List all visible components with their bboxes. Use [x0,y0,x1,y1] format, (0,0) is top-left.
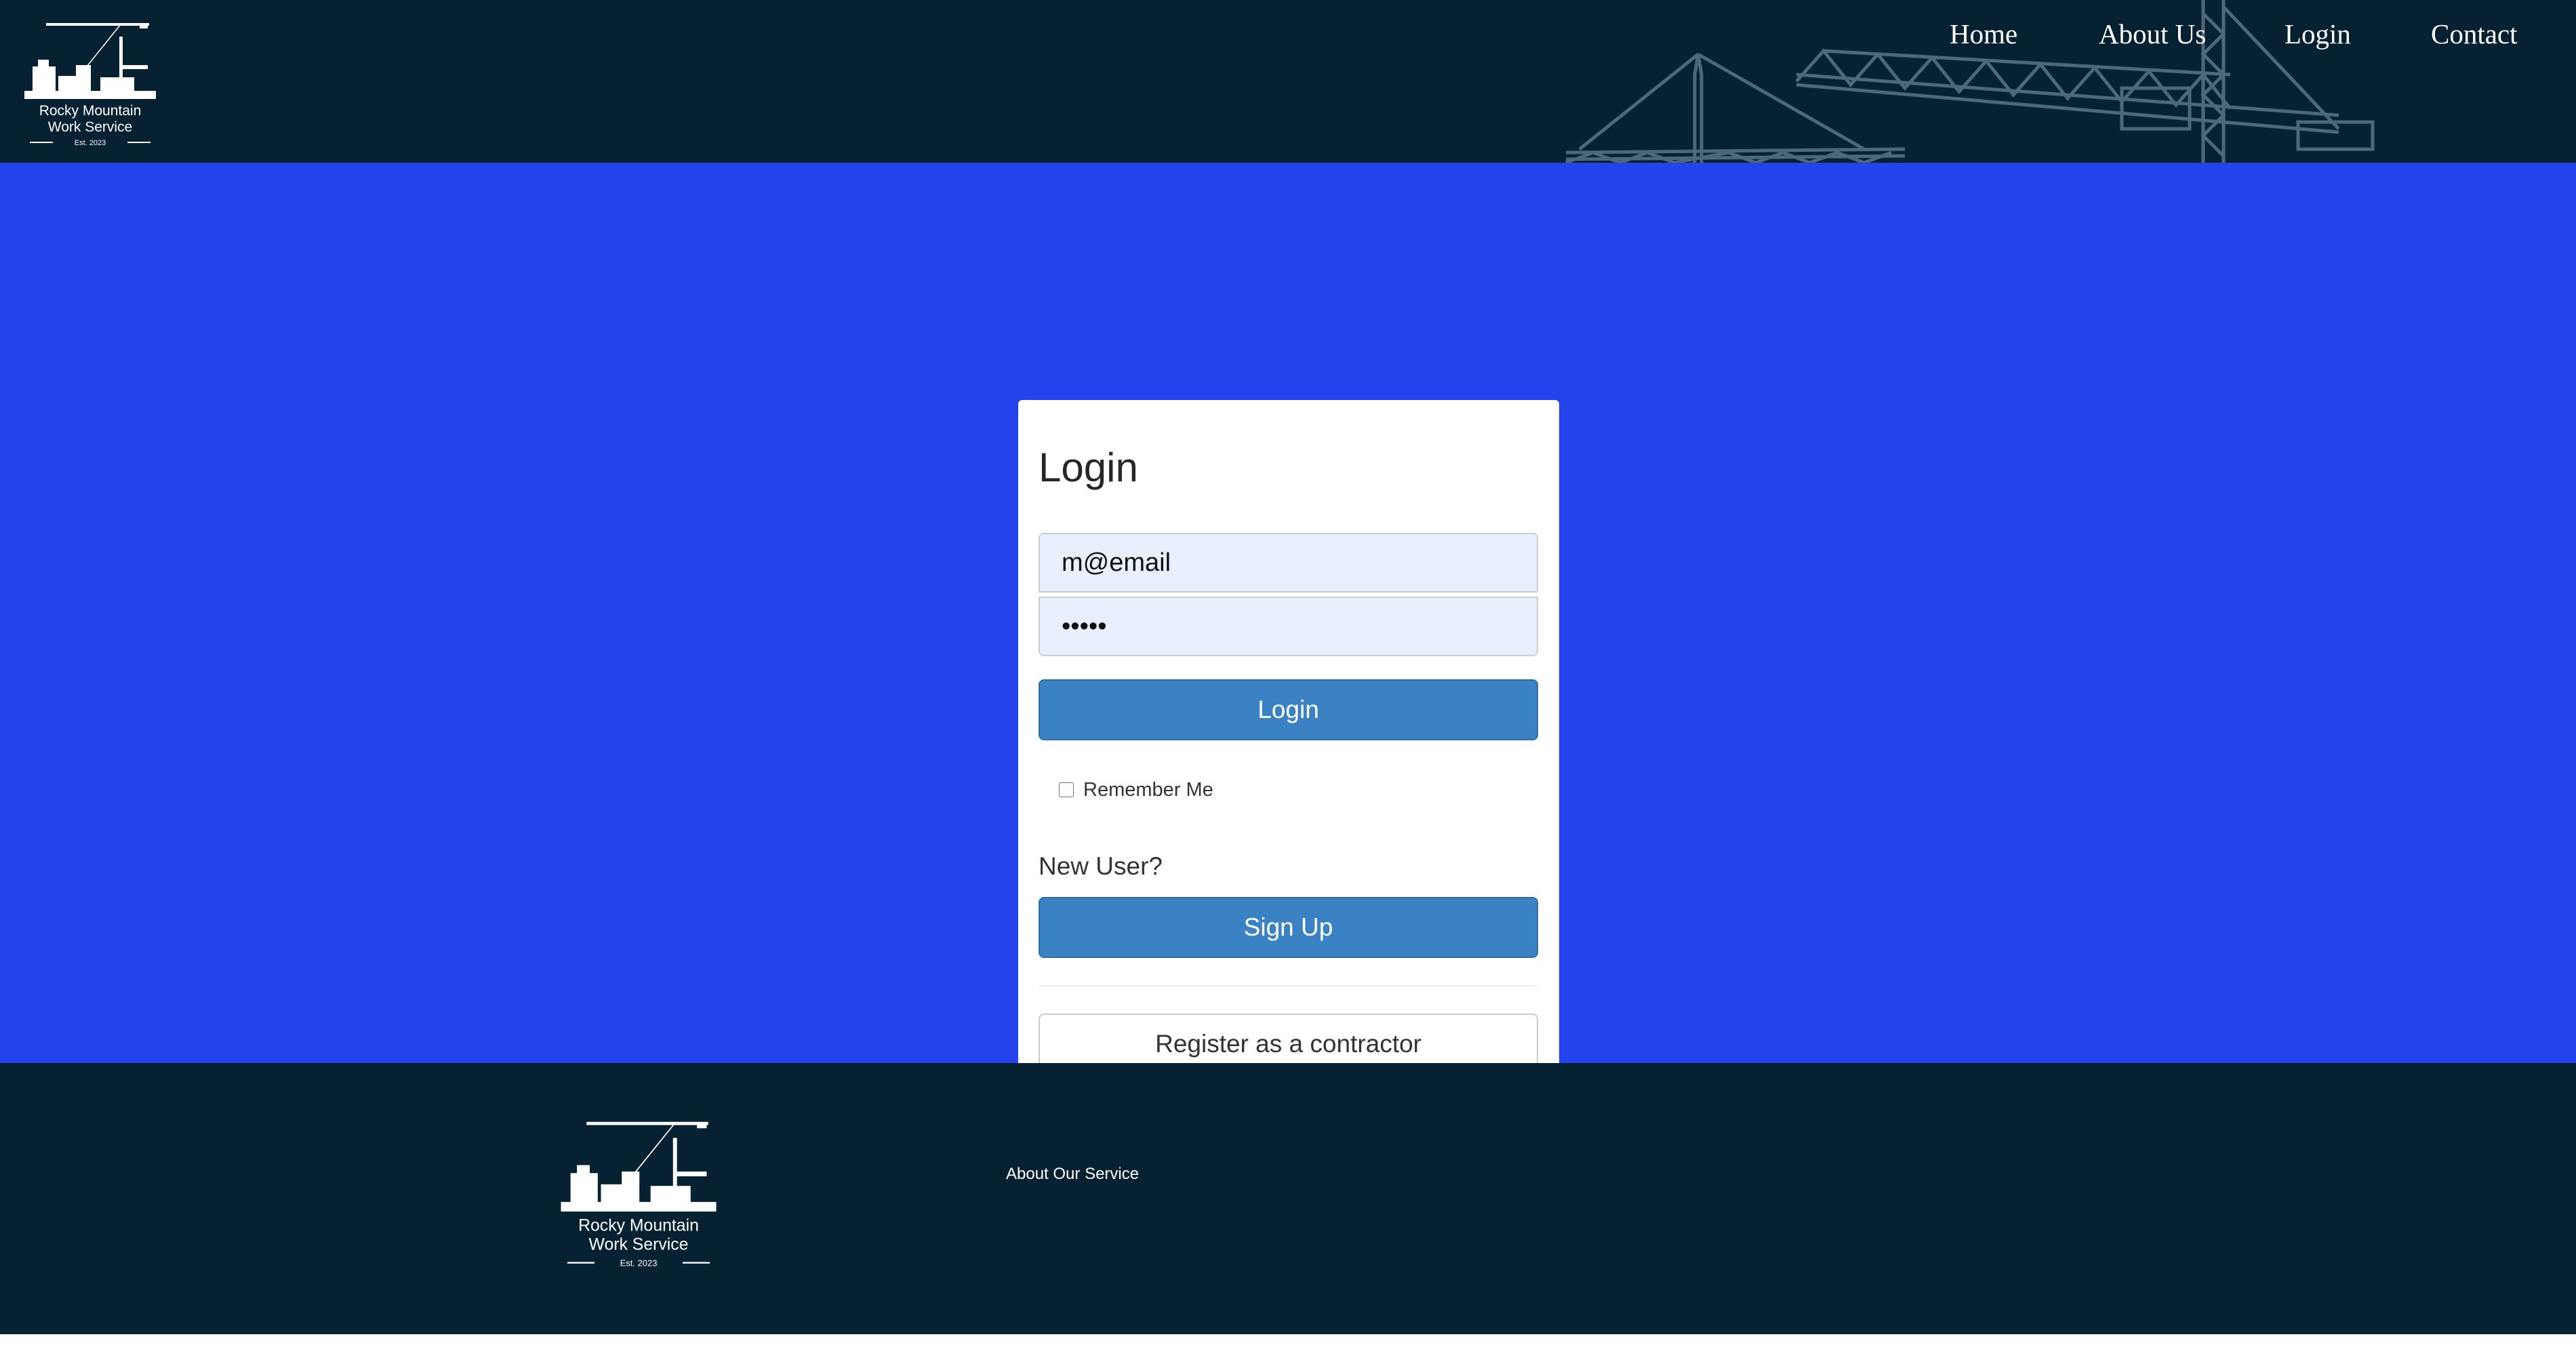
footer-logo-established: Est. 2023 [620,1258,658,1268]
nav-about-us[interactable]: About Us [2099,18,2206,50]
remember-me[interactable]: Remember Me [1059,776,1213,803]
login-button[interactable]: Login [1039,679,1538,740]
footer-logo-line2: Work Service [589,1236,689,1254]
nav-contact[interactable]: Contact [2431,18,2518,50]
logo-established: Est. 2023 [75,139,106,146]
nav-login[interactable]: Login [2285,18,2351,50]
login-title: Login [1039,445,1138,490]
logo-line1: Rocky Mountain [39,103,142,119]
footer-logo-line1: Rocky Mountain [578,1216,699,1235]
email-field[interactable] [1039,533,1538,593]
logo-line2: Work Service [48,119,132,135]
remember-me-label: Remember Me [1083,778,1213,801]
nav-home[interactable]: Home [1950,18,2017,50]
site-footer: About Our Service [0,1063,2576,1334]
company-logo[interactable]: Rocky Mountain Work Service Est. 2023 [19,18,161,146]
footer-logo[interactable]: Rocky Mountain Work Service Est. 2023 [555,1112,723,1271]
login-card: Login Login Remember Me New User? Sign U… [1018,400,1559,1096]
divider [1039,985,1538,986]
password-field[interactable] [1039,597,1538,656]
new-user-text: New User? [1039,852,1163,880]
sign-up-button[interactable]: Sign Up [1039,897,1538,958]
site-header: Rocky Mountain Work Service Est. 2023 Ho… [0,0,2576,163]
remember-me-checkbox[interactable] [1059,782,1074,797]
main-section: Login Login Remember Me New User? Sign U… [0,163,2576,1096]
about-our-service-link[interactable]: About Our Service [1006,1165,1139,1184]
